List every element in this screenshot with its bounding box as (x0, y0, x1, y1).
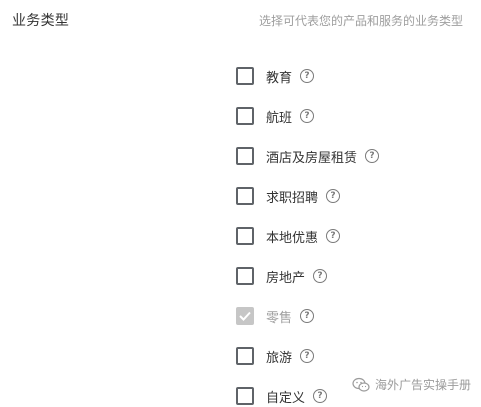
checkbox-checked-disabled (236, 307, 254, 325)
option-flights[interactable]: 航班 ? (236, 96, 476, 136)
checkbox[interactable] (236, 227, 254, 245)
checkbox[interactable] (236, 67, 254, 85)
option-travel[interactable]: 旅游 ? (236, 336, 476, 376)
help-icon[interactable]: ? (300, 109, 315, 123)
help-icon[interactable]: ? (300, 309, 315, 323)
help-icon[interactable]: ? (313, 269, 328, 283)
business-type-options: 教育 ? 航班 ? 酒店及房屋租赁 ? 求职招聘 ? 本地优惠 ? 房地产 ? (236, 56, 476, 407)
help-icon[interactable]: ? (326, 189, 341, 203)
option-real-estate[interactable]: 房地产 ? (236, 256, 476, 296)
option-label: 自定义 (266, 390, 306, 406)
help-icon[interactable]: ? (300, 69, 315, 83)
help-icon[interactable]: ? (326, 229, 341, 243)
checkbox[interactable] (236, 187, 254, 205)
option-label: 本地优惠 (266, 230, 319, 246)
checkbox[interactable] (236, 267, 254, 285)
option-local-deals[interactable]: 本地优惠 ? (236, 216, 476, 256)
section-description: 选择可代表您的产品和服务的业务类型 (258, 14, 463, 28)
option-jobs[interactable]: 求职招聘 ? (236, 176, 476, 216)
option-education[interactable]: 教育 ? (236, 56, 476, 96)
option-label: 零售 (266, 310, 293, 326)
option-label: 房地产 (266, 270, 306, 286)
checkbox[interactable] (236, 387, 254, 405)
watermark: 海外广告实操手册 (352, 376, 471, 393)
wechat-icon (352, 377, 370, 392)
option-hotels-rentals[interactable]: 酒店及房屋租赁 ? (236, 136, 476, 176)
option-label: 旅游 (266, 350, 293, 366)
help-icon[interactable]: ? (300, 349, 315, 363)
checkmark-icon (239, 311, 251, 321)
checkbox[interactable] (236, 147, 254, 165)
option-label: 求职招聘 (266, 190, 319, 206)
option-label: 酒店及房屋租赁 (266, 150, 358, 166)
business-type-panel: 业务类型 选择可代表您的产品和服务的业务类型 教育 ? 航班 ? 酒店及房屋租赁… (0, 0, 481, 407)
watermark-text: 海外广告实操手册 (374, 378, 471, 392)
help-icon[interactable]: ? (313, 389, 328, 403)
checkbox[interactable] (236, 107, 254, 125)
section-title: 业务类型 (12, 13, 70, 29)
checkbox[interactable] (236, 347, 254, 365)
help-icon[interactable]: ? (365, 149, 380, 163)
option-retail: 零售 ? (236, 296, 476, 336)
option-label: 教育 (266, 70, 293, 86)
option-label: 航班 (266, 110, 293, 126)
